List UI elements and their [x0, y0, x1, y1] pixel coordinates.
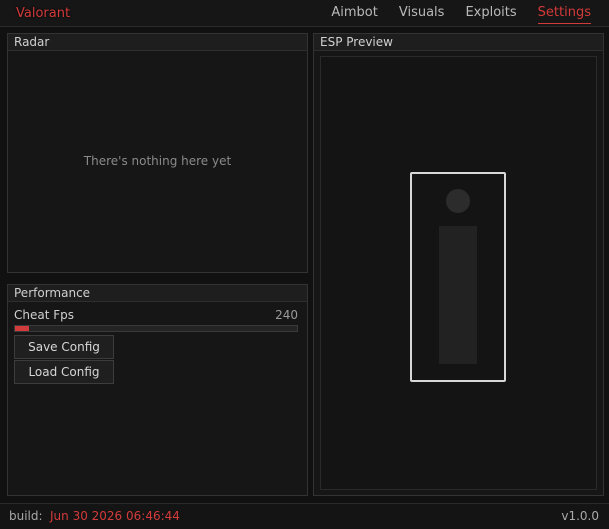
radar-title: Radar [8, 34, 307, 51]
version-label: v1.0.0 [561, 509, 599, 523]
esp-preview-panel: ESP Preview [313, 33, 604, 496]
tab-settings[interactable]: Settings [537, 4, 591, 24]
title-bar: Valorant Aimbot Visuals Exploits Setting… [0, 0, 609, 27]
cheat-fps-label: Cheat Fps [14, 308, 75, 322]
tab-aimbot[interactable]: Aimbot [331, 4, 377, 24]
build-date: Jun 30 2026 06:46:44 [50, 509, 180, 523]
cheat-fps-row: Cheat Fps 240 [14, 308, 298, 324]
radar-empty-message: There's nothing here yet [83, 154, 232, 168]
esp-bounding-box [410, 172, 506, 382]
esp-preview-canvas [320, 56, 597, 490]
radar-panel: Radar There's nothing here yet [7, 33, 308, 273]
performance-title: Performance [8, 285, 307, 302]
save-config-button[interactable]: Save Config [14, 335, 114, 359]
esp-preview-title: ESP Preview [314, 34, 603, 51]
performance-panel: Performance Cheat Fps 240 Save Config Lo… [7, 284, 308, 496]
tab-visuals[interactable]: Visuals [399, 4, 445, 24]
load-config-button[interactable]: Load Config [14, 360, 114, 384]
build-label: build: [9, 509, 43, 523]
nav-tabs: Aimbot Visuals Exploits Settings [310, 4, 591, 24]
status-bar: build: Jun 30 2026 06:46:44 v1.0.0 [0, 503, 609, 529]
cheat-fps-value: 240 [275, 308, 298, 322]
esp-player-body [439, 226, 477, 364]
esp-player-head [446, 189, 470, 213]
cheat-fps-slider[interactable] [14, 325, 298, 332]
cheat-fps-slider-fill [15, 326, 30, 331]
tab-exploits[interactable]: Exploits [465, 4, 516, 24]
app-title: Valorant [16, 6, 71, 21]
